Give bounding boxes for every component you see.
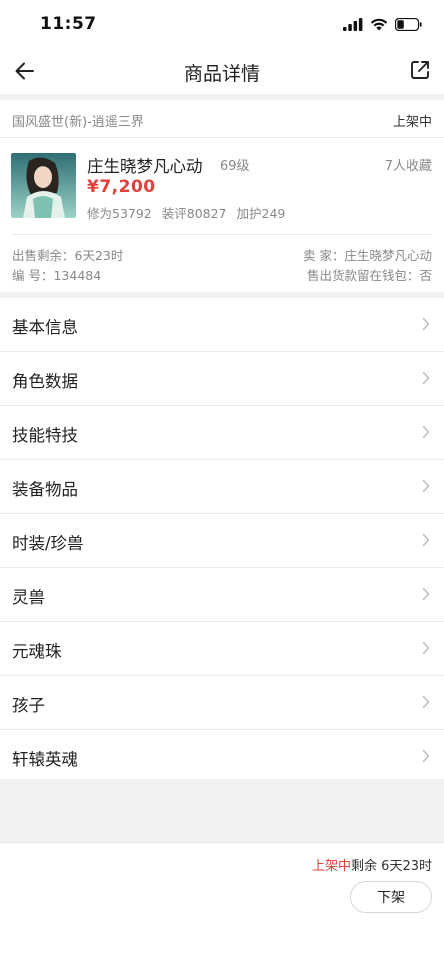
menu-item-label: 时装/珍兽: [12, 534, 84, 553]
status-icons: [343, 14, 422, 34]
chevron-right-icon: [422, 371, 430, 385]
battery-icon: [395, 17, 422, 31]
nav-bar: 商品详情: [0, 48, 444, 94]
chevron-right-icon: [422, 587, 430, 601]
sale-status: 上架中: [392, 115, 432, 130]
menu-item-label: 角色数据: [12, 372, 78, 391]
server-row: 国风盛世(新)-逍遥三界 上架中: [0, 100, 444, 138]
menu-item-label: 灵兽: [12, 588, 45, 607]
price: ¥7,200: [87, 177, 156, 197]
seller-label: 卖 家：: [303, 248, 345, 263]
item-id-value: 134484: [53, 268, 102, 283]
seller-value: 庄生晓梦凡心动: [344, 248, 432, 263]
status-bar: 11:57: [0, 0, 444, 48]
stat-protection: 加护249: [236, 206, 286, 221]
time-left-value: 6天23时: [74, 248, 124, 263]
menu-item-fashion-pets[interactable]: 时装/珍兽: [0, 514, 444, 568]
footer-status: 上架中: [311, 859, 351, 874]
share-icon[interactable]: [408, 58, 432, 82]
favorite-count: 7人收藏: [384, 159, 432, 174]
wallet-label: 售出货款留在钱包：: [306, 268, 420, 283]
item-id-label: 编 号：: [12, 268, 54, 283]
chevron-right-icon: [422, 479, 430, 493]
character-avatar[interactable]: [11, 153, 76, 218]
character-level: 69级: [220, 159, 250, 174]
empty-area: [0, 779, 444, 842]
menu-item-xuanyuan-souls[interactable]: 轩辕英魂: [0, 730, 444, 784]
time-left-label: 出售剩余：: [12, 248, 75, 263]
server-name: 国风盛世(新)-逍遥三界: [12, 115, 144, 130]
menu-item-label: 基本信息: [12, 318, 78, 337]
menu-item-character-data[interactable]: 角色数据: [0, 352, 444, 406]
status-time: 11:57: [40, 14, 97, 34]
chevron-right-icon: [422, 749, 430, 763]
menu-item-equipment[interactable]: 装备物品: [0, 460, 444, 514]
menu-item-label: 轩辕英魂: [12, 750, 78, 769]
chevron-right-icon: [422, 695, 430, 709]
wallet-setting: 售出货款留在钱包：否: [307, 265, 432, 284]
seller: 卖 家：庄生晓梦凡心动: [303, 245, 432, 264]
menu-item-label: 元魂珠: [12, 642, 62, 661]
footer-bar: 上架中 剩余 6天23时 下架: [0, 842, 444, 960]
character-name: 庄生晓梦凡心动: [87, 157, 203, 176]
menu-item-label: 孩子: [12, 696, 45, 715]
wallet-value: 否: [419, 268, 432, 283]
chevron-right-icon: [422, 641, 430, 655]
stat-equipment-score: 装评80827: [161, 206, 227, 221]
menu-item-soul-orbs[interactable]: 元魂珠: [0, 622, 444, 676]
menu-item-label: 技能特技: [12, 426, 78, 445]
menu-item-children[interactable]: 孩子: [0, 676, 444, 730]
delist-button[interactable]: 下架: [350, 881, 432, 913]
menu-item-spirit-beasts[interactable]: 灵兽: [0, 568, 444, 622]
divider: [12, 234, 432, 235]
item-id: 编 号：134484: [12, 265, 101, 284]
detail-menu: 基本信息 角色数据 技能特技 装备物品 时装/珍兽 灵兽 元魂珠 孩子 轩辕英魂: [0, 298, 444, 784]
chevron-right-icon: [422, 425, 430, 439]
character-stats: 修为53792 装评80827 加护249: [87, 203, 291, 222]
menu-item-basic-info[interactable]: 基本信息: [0, 298, 444, 352]
stat-cultivation: 修为53792: [87, 206, 152, 221]
footer-remaining-time: 剩余 6天23时: [351, 859, 432, 874]
menu-item-label: 装备物品: [12, 480, 78, 499]
menu-item-skills[interactable]: 技能特技: [0, 406, 444, 460]
signal-icon: [343, 17, 363, 31]
chevron-right-icon: [422, 317, 430, 331]
chevron-right-icon: [422, 533, 430, 547]
time-left: 出售剩余：6天23时: [12, 245, 123, 264]
wifi-icon: [370, 18, 388, 30]
page-title: 商品详情: [183, 63, 260, 85]
product-card: 庄生晓梦凡心动 69级 7人收藏 ¥7,200 修为53792 装评80827 …: [0, 138, 444, 292]
